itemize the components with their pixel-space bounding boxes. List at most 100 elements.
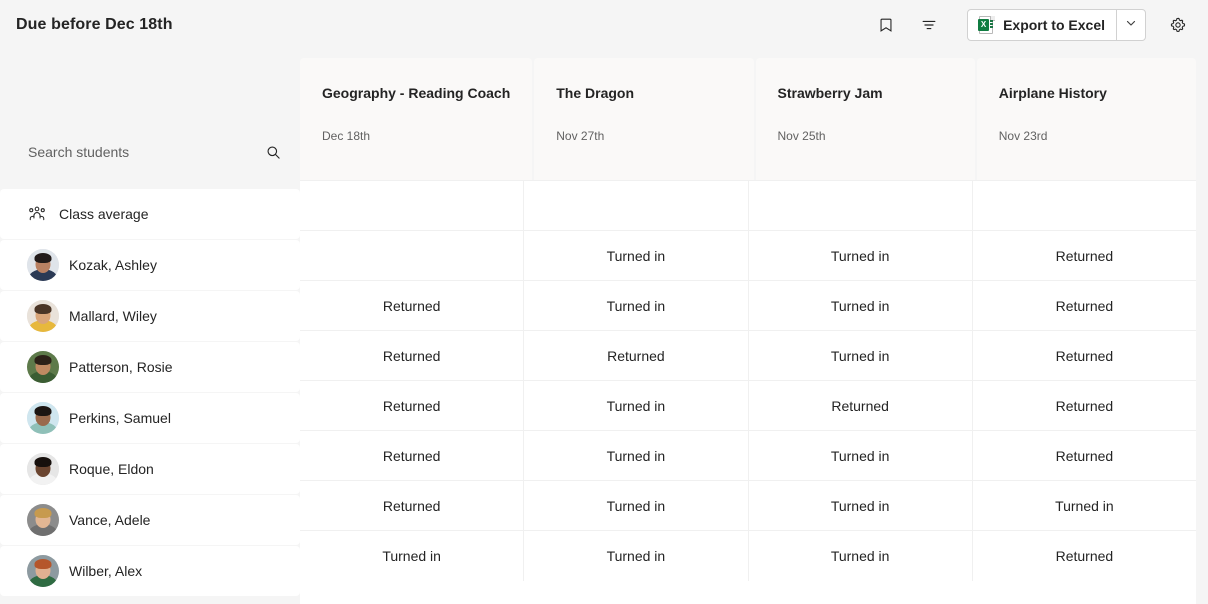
status-cell[interactable]: Turned in — [749, 231, 973, 280]
status-cell[interactable]: Turned in — [749, 431, 973, 480]
assignment-header-row: Geography - Reading Coach Dec 18th The Dra… — [300, 49, 1196, 180]
status-cell[interactable] — [749, 181, 973, 230]
assignment-title: Airplane History — [999, 84, 1174, 102]
status-cell[interactable]: Returned — [300, 481, 524, 530]
status-cell[interactable]: Turned in — [524, 281, 748, 330]
search-students-row[interactable] — [0, 137, 300, 167]
status-cell[interactable]: Returned — [973, 431, 1196, 480]
status-cell[interactable]: Returned — [300, 381, 524, 430]
avatar — [27, 555, 59, 587]
student-name-label: Wilber, Alex — [69, 563, 142, 579]
student-row[interactable]: Perkins, Samuel — [0, 393, 300, 443]
assignment-title: The Dragon — [556, 84, 731, 102]
student-name-label: Perkins, Samuel — [69, 410, 171, 426]
status-cell[interactable] — [300, 181, 524, 230]
assignment-due-date: Nov 25th — [778, 129, 953, 143]
search-zone — [0, 49, 300, 189]
avatar — [27, 504, 59, 536]
class-average-label: Class average — [47, 206, 149, 222]
gear-icon — [1169, 16, 1187, 34]
status-cell[interactable]: Returned — [973, 381, 1196, 430]
bookmark-button[interactable] — [870, 9, 902, 41]
avatar — [27, 453, 59, 485]
avatar — [27, 249, 59, 281]
status-cell[interactable]: Turned in — [524, 231, 748, 280]
status-cell[interactable] — [524, 181, 748, 230]
status-cell[interactable]: Turned in — [524, 381, 748, 430]
status-cell[interactable]: Returned — [973, 281, 1196, 330]
bookmark-icon — [877, 16, 895, 34]
status-cell[interactable]: Returned — [524, 331, 748, 380]
class-average-grid-row — [300, 181, 1196, 231]
assignments-pane: Geography - Reading Coach Dec 18th The Dra… — [300, 49, 1208, 604]
settings-button[interactable] — [1162, 9, 1194, 41]
assignment-title: Strawberry Jam — [778, 84, 953, 102]
students-pane: Class average Kozak, Ashley Mallard, Wile… — [0, 49, 300, 604]
status-cell[interactable]: Returned — [300, 331, 524, 380]
avatar — [27, 402, 59, 434]
status-cell[interactable]: Returned — [300, 431, 524, 480]
table-row: Turned inTurned inTurned inReturned — [300, 531, 1196, 581]
app-toolbar: Due before Dec 18th X Export to Excel — [0, 0, 1208, 49]
assignment-title: Geography - Reading Coach — [322, 84, 510, 102]
table-row: ReturnedTurned inTurned inTurned in — [300, 481, 1196, 531]
table-row: Turned inTurned inReturned — [300, 231, 1196, 281]
status-cell[interactable]: Returned — [973, 231, 1196, 280]
status-cell[interactable]: Turned in — [749, 481, 973, 530]
assignment-header-cell[interactable]: Geography - Reading Coach Dec 18th — [300, 58, 532, 180]
table-row: ReturnedTurned inTurned inReturned — [300, 431, 1196, 481]
excel-icon: X — [978, 16, 995, 34]
class-average-row[interactable]: Class average — [0, 189, 300, 239]
status-cell[interactable] — [973, 181, 1196, 230]
status-cell[interactable]: Turned in — [973, 481, 1196, 530]
avatar — [27, 351, 59, 383]
search-icon[interactable] — [265, 144, 282, 161]
status-cell[interactable]: Returned — [973, 331, 1196, 380]
student-name-label: Kozak, Ashley — [69, 257, 157, 273]
export-to-excel-label: Export to Excel — [1003, 17, 1105, 33]
filter-icon — [920, 16, 938, 34]
student-row[interactable]: Roque, Eldon — [0, 444, 300, 494]
people-icon — [27, 205, 47, 223]
search-input[interactable] — [28, 144, 265, 160]
status-cell[interactable] — [300, 231, 524, 280]
status-cell[interactable]: Turned in — [524, 431, 748, 480]
student-row[interactable]: Patterson, Rosie — [0, 342, 300, 392]
export-to-excel-split-button: X Export to Excel — [967, 9, 1146, 41]
status-cell[interactable]: Turned in — [524, 481, 748, 530]
page-title: Due before Dec 18th — [16, 16, 173, 34]
chevron-down-icon — [1125, 17, 1137, 32]
status-cell[interactable]: Turned in — [749, 331, 973, 380]
status-cell[interactable]: Returned — [749, 381, 973, 430]
student-name-label: Mallard, Wiley — [69, 308, 157, 324]
assignment-due-date: Dec 18th — [322, 129, 510, 143]
avatar — [27, 300, 59, 332]
status-cell[interactable]: Returned — [300, 281, 524, 330]
export-to-excel-button[interactable]: X Export to Excel — [968, 10, 1116, 40]
export-options-button[interactable] — [1117, 10, 1145, 40]
student-name-list: Class average Kozak, Ashley Mallard, Wile… — [0, 189, 300, 597]
student-row[interactable]: Wilber, Alex — [0, 546, 300, 596]
status-cell[interactable]: Turned in — [300, 531, 524, 581]
student-name-label: Patterson, Rosie — [69, 359, 173, 375]
status-grid: Turned inTurned inReturnedReturnedTurned… — [300, 180, 1196, 604]
table-row: ReturnedReturnedTurned inReturned — [300, 331, 1196, 381]
filter-button[interactable] — [913, 9, 945, 41]
assignment-due-date: Nov 27th — [556, 129, 731, 143]
student-row[interactable]: Kozak, Ashley — [0, 240, 300, 290]
assignment-header-cell[interactable]: The Dragon Nov 27th — [534, 58, 753, 180]
student-row[interactable]: Mallard, Wiley — [0, 291, 300, 341]
student-name-label: Roque, Eldon — [69, 461, 154, 477]
status-cell[interactable]: Turned in — [749, 281, 973, 330]
assignment-header-cell[interactable]: Airplane History Nov 23rd — [977, 58, 1196, 180]
assignment-header-cell[interactable]: Strawberry Jam Nov 25th — [756, 58, 975, 180]
status-cell[interactable]: Returned — [973, 531, 1196, 581]
table-row: ReturnedTurned inTurned inReturned — [300, 281, 1196, 331]
status-cell[interactable]: Turned in — [524, 531, 748, 581]
status-cell[interactable]: Turned in — [749, 531, 973, 581]
grades-board: Class average Kozak, Ashley Mallard, Wile… — [0, 49, 1208, 604]
table-row: ReturnedTurned inReturnedReturned — [300, 381, 1196, 431]
student-name-label: Vance, Adele — [69, 512, 150, 528]
assignment-due-date: Nov 23rd — [999, 129, 1174, 143]
student-row[interactable]: Vance, Adele — [0, 495, 300, 545]
